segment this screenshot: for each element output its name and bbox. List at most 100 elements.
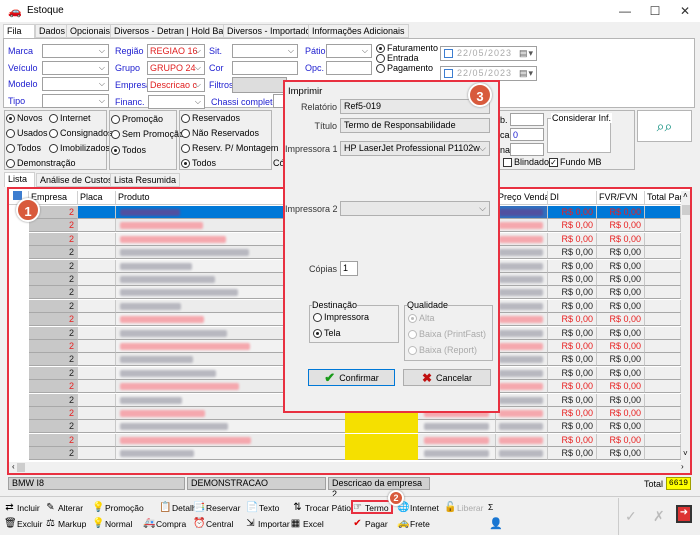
radio-novos[interactable]: Novos xyxy=(6,113,43,123)
cancel-icon[interactable]: ✗ xyxy=(653,508,665,525)
col-placa[interactable]: Placa xyxy=(78,191,116,204)
field3-input[interactable] xyxy=(510,143,544,156)
field2-input[interactable]: 0 xyxy=(510,128,544,141)
scroll-up-icon[interactable]: ˄ xyxy=(683,191,688,200)
toolbar-pagar-button[interactable]: ✔ Pagar xyxy=(352,518,387,529)
impressora1-select[interactable]: HP LaserJet Professional P1102w ⌵ xyxy=(340,141,490,156)
veiculo-select[interactable]: ⌵ xyxy=(42,61,109,75)
table-row[interactable]: 2 R$ 0,00 R$ 0,00 xyxy=(9,433,681,447)
toolbar-excluir-button[interactable]: 🗑 Excluir xyxy=(4,518,43,529)
date-to-checkbox[interactable] xyxy=(444,69,453,78)
subtab-lista[interactable]: Lista xyxy=(4,172,35,187)
tab-diversos-detran[interactable]: Diversos - Detran | Hold Back xyxy=(110,24,237,38)
toolbar-internet-button[interactable]: 🌐 Internet xyxy=(397,502,439,513)
tab-informacoes-adicionais[interactable]: Informações Adicionais xyxy=(308,24,409,38)
table-row[interactable]: 2 R$ 0,00 R$ 0,00 xyxy=(9,447,681,461)
tab-opcionais[interactable]: Opcionais xyxy=(66,24,115,38)
toolbar-promoo-button[interactable]: 💡 Promoção xyxy=(92,502,144,513)
toolbar-texto-button[interactable]: 📄 Texto xyxy=(246,502,279,513)
radio-nao-reservados[interactable]: Não Reservados xyxy=(181,128,259,138)
sit-select[interactable]: ⌵ xyxy=(232,44,298,58)
toolbar-markup-button[interactable]: ⚖ Markup xyxy=(45,518,86,529)
subtab-lista-resumida[interactable]: Lista Resumida xyxy=(110,173,181,187)
chassi-completo-link[interactable]: Chassi completo xyxy=(211,97,278,107)
empresa-select[interactable]: Descricao c ⌵ xyxy=(147,78,205,92)
toolbar-reservar-button[interactable]: 📑 Reservar xyxy=(193,502,240,513)
date-to-picker[interactable]: 22/05/2023 ▤▾ xyxy=(440,66,537,81)
radio-demonstracao[interactable]: Demonstração xyxy=(6,158,76,168)
toolbar-compra-button[interactable]: 🚑 Compra xyxy=(143,518,186,529)
radio-pagamento[interactable]: Pagamento xyxy=(376,63,438,73)
toolbar-frete-button[interactable]: 🚕 Frete xyxy=(397,518,430,529)
toolbar-incluir-button[interactable]: ⇄ Incluir xyxy=(4,502,39,513)
radio-entrada[interactable]: Entrada xyxy=(376,53,438,63)
toolbar-liberar-button[interactable]: 🔓 Liberar xyxy=(444,502,483,513)
toolbar-normal-button[interactable]: 💡 Normal xyxy=(92,518,132,529)
scroll-thumb[interactable] xyxy=(682,205,690,215)
tab-fila[interactable]: Fila xyxy=(3,24,35,39)
marca-select[interactable]: ⌵ xyxy=(42,44,109,58)
filtros-input[interactable] xyxy=(232,77,287,93)
scroll-down-icon[interactable]: ˅ xyxy=(683,449,688,458)
col-preco-venda[interactable]: Preço Venda xyxy=(496,191,548,204)
horizontal-scrollbar[interactable]: ‹ › xyxy=(9,462,690,473)
subtab-analise-custos[interactable]: Análise de Custos xyxy=(36,173,117,187)
col-total-pag[interactable]: Total Pag xyxy=(645,191,682,204)
radio-usados[interactable]: Usados xyxy=(6,128,48,138)
radio-baixa-printfast[interactable]: Baixa (PrintFast) xyxy=(408,329,486,339)
copias-input[interactable]: 1 xyxy=(340,261,358,276)
radio-alta[interactable]: Alta xyxy=(408,313,435,323)
col-fvr-fvn[interactable]: FVR/FVN xyxy=(597,191,645,204)
vertical-scrollbar[interactable]: ˄ ˅ xyxy=(681,191,690,462)
radio-sem-promocao[interactable]: Sem Promoção xyxy=(111,129,184,139)
blindado-checkbox[interactable]: Blindado xyxy=(503,157,549,167)
close-button[interactable]: ✕ xyxy=(670,0,700,22)
radio-reservados[interactable]: Reservados xyxy=(181,113,240,123)
radio-todos-reserva[interactable]: Todos xyxy=(181,158,216,168)
financ-select[interactable]: ⌵ xyxy=(148,95,205,109)
radio-baixa-report[interactable]: Baixa (Report) xyxy=(408,345,477,355)
tipo-select[interactable]: ⌵ xyxy=(42,94,109,108)
toolbar-excel-button[interactable]: ▦ Excel xyxy=(290,518,324,529)
col-di[interactable]: DI xyxy=(548,191,597,204)
exit-icon[interactable]: ➜ xyxy=(676,505,692,523)
hscroll-thumb[interactable] xyxy=(17,463,25,472)
maximize-button[interactable]: ☐ xyxy=(640,0,670,22)
patio-select[interactable]: ⌵ xyxy=(326,44,372,58)
binoculars-search-button[interactable]: ⌕⌕ xyxy=(637,110,692,142)
toolbar-alterar-button[interactable]: ✎ Alterar xyxy=(45,502,83,513)
toolbar-sum-button[interactable]: Σ xyxy=(488,502,493,512)
radio-reserv-montagem[interactable]: Reserv. P/ Montagem xyxy=(181,143,278,153)
user-icon[interactable]: 👤 xyxy=(489,517,503,530)
opc-input[interactable] xyxy=(326,61,372,75)
toolbar-trocarptio-button[interactable]: ⇅ Trocar Pátio xyxy=(292,502,351,513)
regiao-select[interactable]: REGIAO 16 ⌵ xyxy=(147,44,205,58)
modelo-select[interactable]: ⌵ xyxy=(42,77,109,91)
radio-tela[interactable]: Tela xyxy=(313,328,341,338)
field1-input[interactable] xyxy=(510,113,544,126)
radio-impressora[interactable]: Impressora xyxy=(313,312,369,322)
minimize-button[interactable]: — xyxy=(610,0,640,22)
cor-input[interactable] xyxy=(232,61,298,75)
calendar-icon[interactable]: ▤▾ xyxy=(519,67,534,79)
date-from-checkbox[interactable] xyxy=(444,49,453,58)
tab-dados[interactable]: Dados xyxy=(35,24,70,38)
confirm-icon[interactable]: ✓ xyxy=(625,508,637,525)
cancelar-button[interactable]: ✖ Cancelar xyxy=(403,369,491,386)
radio-todos-tipo[interactable]: Todos xyxy=(6,143,41,153)
radio-todos-promocao[interactable]: Todos xyxy=(111,145,146,155)
calendar-icon[interactable]: ▤▾ xyxy=(519,47,534,59)
scroll-right-icon[interactable]: › xyxy=(681,462,684,471)
tab-diversos-importados[interactable]: Diversos - Importados xyxy=(223,24,320,38)
radio-promocao[interactable]: Promoção xyxy=(111,114,163,124)
fundo-mb-checkbox[interactable]: ✓ Fundo MB xyxy=(549,157,602,167)
scroll-left-icon[interactable]: ‹ xyxy=(12,462,15,471)
radio-consignados[interactable]: Consignados xyxy=(49,128,113,138)
impressora2-select[interactable]: ⌵ xyxy=(340,201,490,216)
table-row[interactable]: 2 R$ 0,00 R$ 0,00 xyxy=(9,420,681,434)
radio-faturamento[interactable]: Faturamento xyxy=(376,43,438,53)
confirmar-button[interactable]: ✔ Confirmar xyxy=(308,369,395,386)
toolbar-central-button[interactable]: ⏰ Central xyxy=(193,518,233,529)
date-from-picker[interactable]: 22/05/2023 ▤▾ xyxy=(440,46,537,61)
toolbar-importar-button[interactable]: ⇲ Importar xyxy=(245,518,289,529)
